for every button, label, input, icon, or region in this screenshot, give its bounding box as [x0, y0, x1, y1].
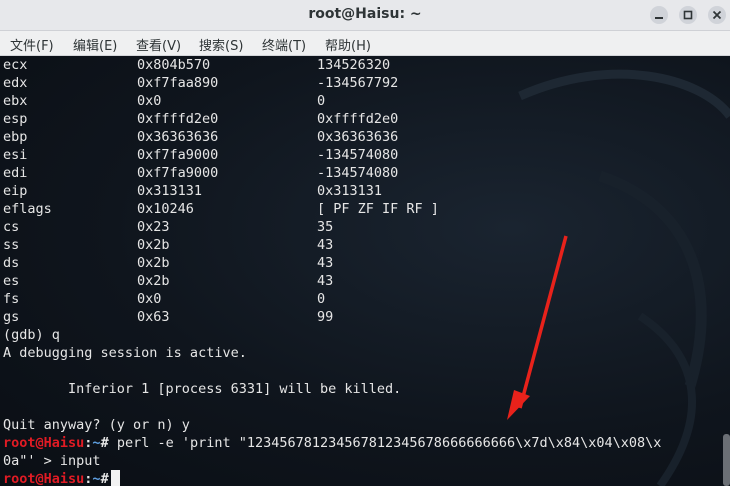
maximize-button[interactable] — [679, 6, 697, 24]
close-icon — [712, 10, 722, 20]
menu-file[interactable]: 文件(F) — [10, 35, 54, 54]
menu-search[interactable]: 搜索(S) — [199, 35, 243, 54]
window-title: root@Haisu: ~ — [308, 6, 422, 22]
maximize-icon — [683, 10, 693, 20]
menu-terminal[interactable]: 终端(T) — [262, 35, 306, 54]
close-button[interactable] — [708, 6, 726, 24]
title-bar: root@Haisu: ~ — [0, 0, 730, 31]
menu-bar: 文件(F) 编辑(E) 查看(V) 搜索(S) 终端(T) 帮助(H) — [0, 31, 730, 56]
menu-view[interactable]: 查看(V) — [136, 35, 181, 54]
minimize-icon — [655, 17, 663, 19]
annotation-arrow — [507, 235, 568, 420]
menu-edit[interactable]: 编辑(E) — [73, 35, 117, 54]
scrollbar-thumb[interactable] — [723, 434, 730, 486]
minimize-button[interactable] — [650, 6, 668, 24]
menu-help[interactable]: 帮助(H) — [325, 35, 371, 54]
terminal-area[interactable]: ecx 0x804b570 134526320 edx 0xf7faa890 -1345… — [0, 56, 730, 486]
